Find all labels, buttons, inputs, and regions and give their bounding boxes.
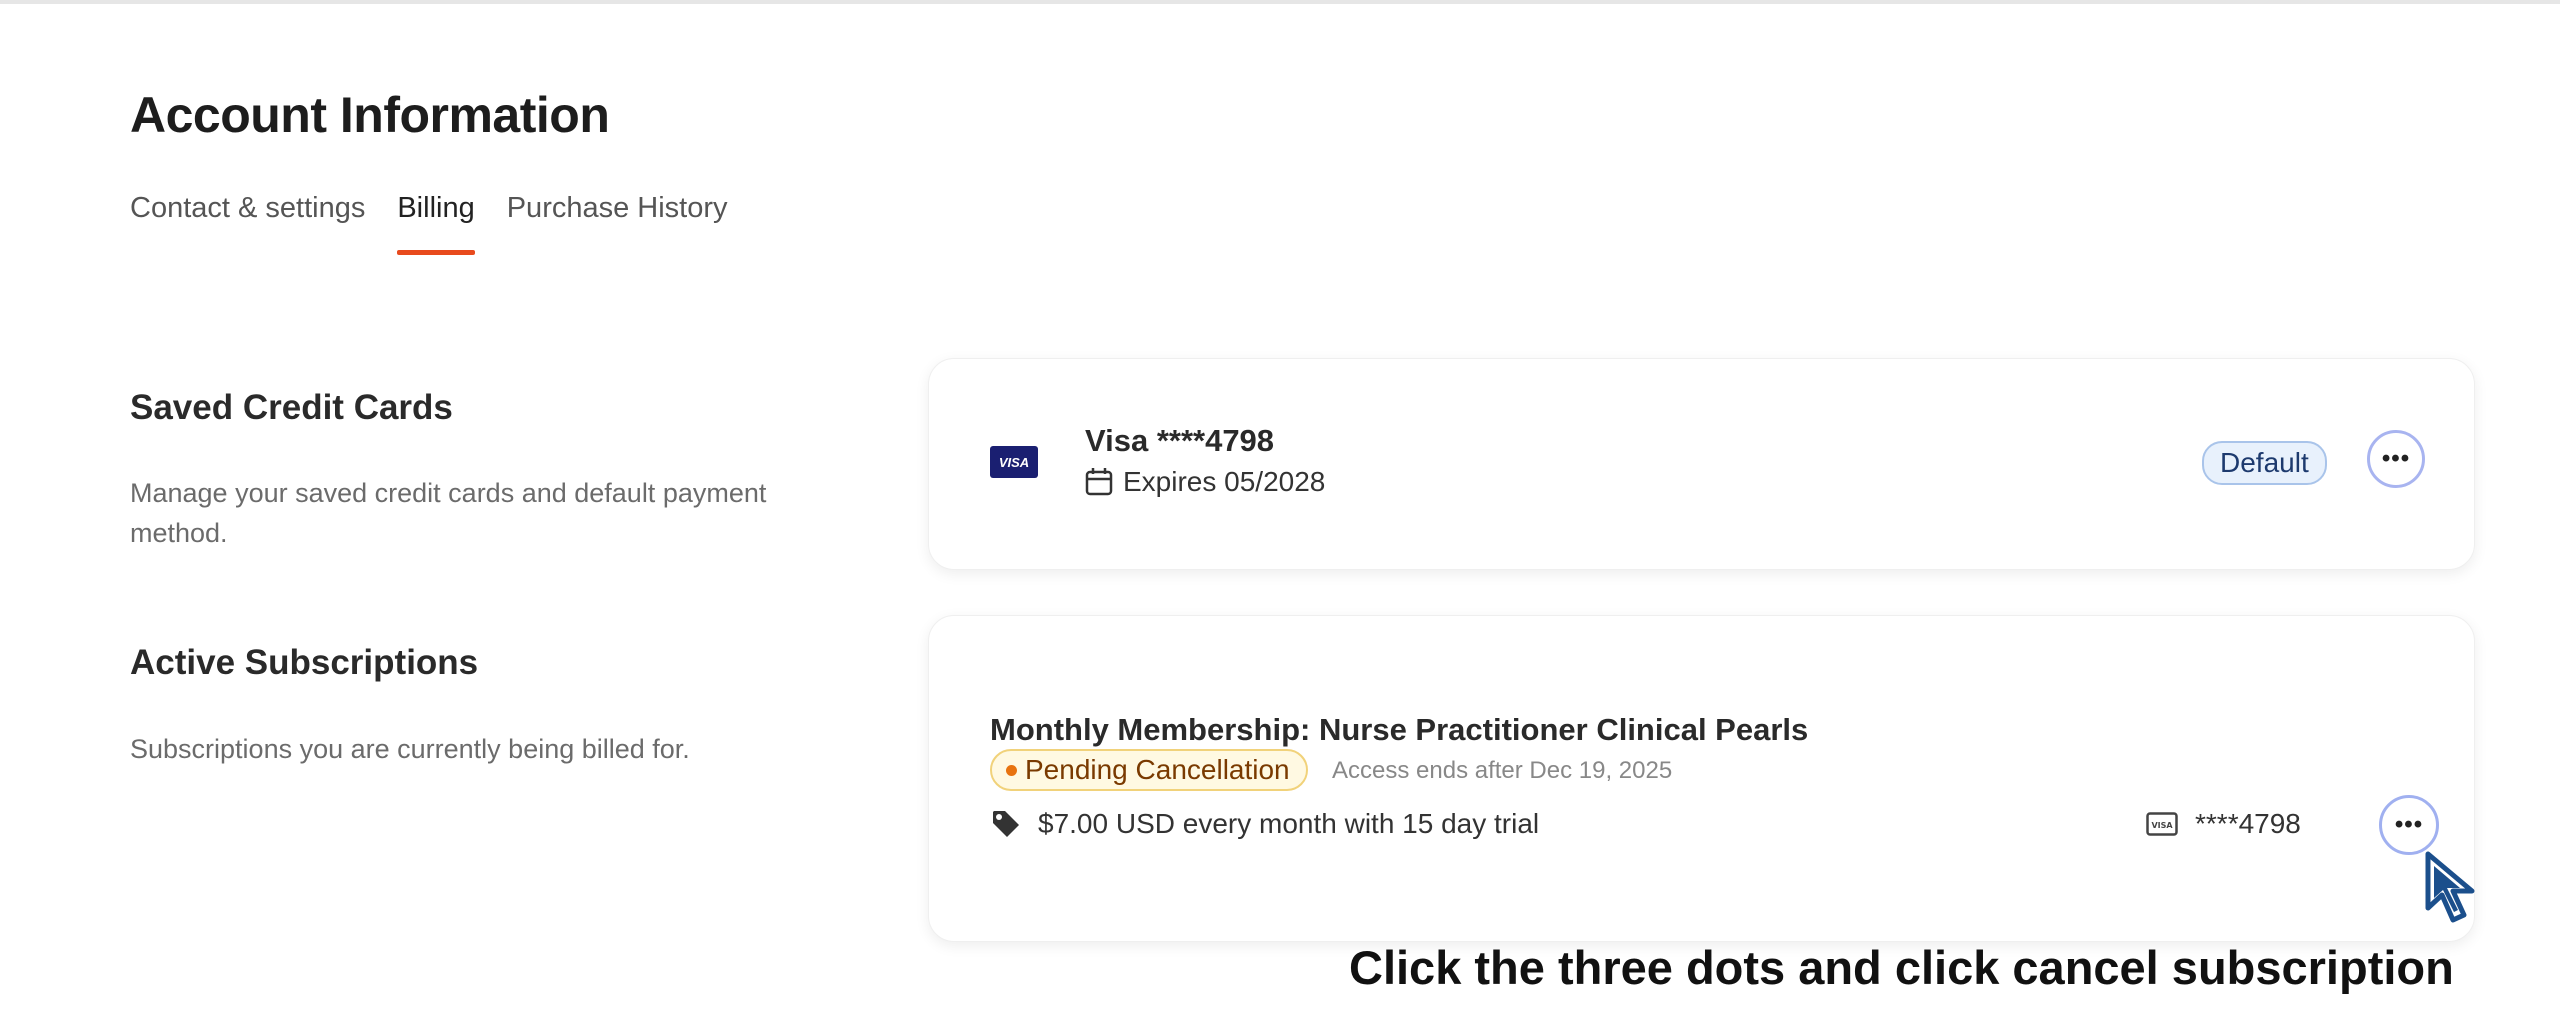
card-options-button[interactable]: ••• [2367, 430, 2425, 488]
page-title: Account Information [130, 87, 610, 143]
tab-contact-settings[interactable]: Contact & settings [130, 192, 365, 255]
subscription-name: Monthly Membership: Nurse Practitioner C… [990, 712, 1809, 747]
pending-cancellation-badge: Pending Cancellation [990, 749, 1308, 791]
status-dot-icon [1006, 764, 1017, 776]
saved-cards-heading: Saved Credit Cards [130, 388, 453, 427]
subscription-price: $7.00 USD every month with 15 day trial [990, 808, 1539, 840]
saved-cards-description: Manage your saved credit cards and defau… [130, 478, 767, 548]
credit-card-icon: VISA [2146, 812, 2178, 836]
tab-purchase-history[interactable]: Purchase History [507, 192, 728, 255]
card-name: Visa ****4798 [1085, 423, 1275, 458]
access-end-text: Access ends after Dec 19, 2025 [1332, 757, 1673, 784]
card-expiry: Expires 05/2028 [1085, 466, 1325, 498]
subscriptions-heading: Active Subscriptions [130, 643, 479, 682]
top-divider [0, 0, 2560, 4]
subscriptions-description: Subscriptions you are currently being bi… [130, 734, 690, 764]
ellipsis-icon: ••• [2381, 445, 2411, 472]
price-text: $7.00 USD every month with 15 day trial [1038, 808, 1540, 839]
mouse-pointer-icon [2425, 851, 2475, 923]
instruction-caption: Click the three dots and click cancel su… [1349, 941, 2454, 994]
svg-text:VISA: VISA [2151, 821, 2173, 830]
tab-billing[interactable]: Billing [397, 192, 476, 255]
calendar-icon [1085, 468, 1113, 496]
default-badge: Default [2202, 441, 2327, 485]
card-expiry-text: Expires 05/2028 [1123, 466, 1326, 497]
payment-card-number: ****4798 [2195, 808, 2301, 839]
price-tag-icon [993, 811, 1019, 837]
visa-logo-icon: VISA [990, 446, 1038, 478]
subscription-options-button[interactable]: ••• [2379, 795, 2439, 855]
status-text: Pending Cancellation [1025, 754, 1290, 785]
ellipsis-icon: ••• [2394, 811, 2424, 838]
account-tabs: Contact & settings Billing Purchase Hist… [130, 192, 760, 255]
